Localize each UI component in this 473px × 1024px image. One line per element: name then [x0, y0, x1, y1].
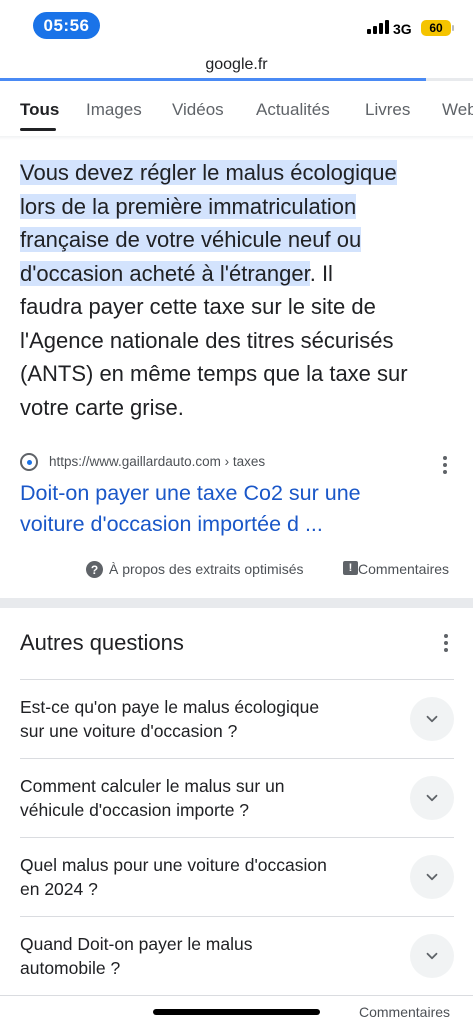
- tab-web[interactable]: Web: [442, 100, 473, 120]
- page-load-progress: [0, 78, 473, 81]
- battery-level: 60: [429, 21, 443, 35]
- snippet-text: (ANTS) en même temps que la taxe sur: [20, 361, 408, 386]
- feedback-icon[interactable]: !: [343, 561, 358, 575]
- paa-question[interactable]: Est-ce qu'on paye le malus écologique su…: [20, 679, 454, 758]
- snippet-highlight: d'occasion acheté à l'étranger: [20, 260, 310, 286]
- result-title-line[interactable]: voiture d'occasion importée d ...: [20, 509, 450, 540]
- paa-question-line[interactable]: véhicule d'occasion importe ?: [20, 798, 390, 822]
- paa-question[interactable]: Quand Doit-on payer le malus automobile …: [20, 916, 454, 995]
- paa-list: Est-ce qu'on paye le malus écologique su…: [20, 679, 454, 995]
- bottom-divider: [0, 995, 473, 996]
- help-icon[interactable]: ?: [86, 561, 103, 578]
- feedback-link[interactable]: Commentaires: [358, 561, 449, 577]
- snippet-footer: ? À propos des extraits optimisés ! Comm…: [0, 560, 473, 580]
- result-title-link[interactable]: Doit-on payer une taxe Co2 sur une voitu…: [20, 478, 450, 540]
- result-title-line[interactable]: Doit-on payer une taxe Co2 sur une: [20, 478, 450, 509]
- paa-question-text[interactable]: Est-ce qu'on paye le malus écologique su…: [20, 695, 390, 743]
- paa-question-text[interactable]: Quel malus pour une voiture d'occasion e…: [20, 853, 390, 901]
- snippet-text: faudra payer cette taxe sur le site de: [20, 294, 376, 319]
- paa-question-line[interactable]: Comment calculer le malus sur un: [20, 774, 390, 798]
- expand-chevron-icon[interactable]: [410, 855, 454, 899]
- tab-videos[interactable]: Vidéos: [172, 100, 224, 120]
- signal-icon: [367, 20, 389, 34]
- paa-question[interactable]: Comment calculer le malus sur un véhicul…: [20, 758, 454, 837]
- paa-question-line[interactable]: sur une voiture d'occasion ?: [20, 719, 390, 743]
- paa-question-line[interactable]: Quel malus pour une voiture d'occasion: [20, 853, 390, 877]
- paa-question-text[interactable]: Quand Doit-on payer le malus automobile …: [20, 932, 390, 980]
- status-bar: 05:56 3G 60: [0, 0, 473, 50]
- source-url[interactable]: https://www.gaillardauto.com › taxes: [49, 454, 265, 469]
- tab-images[interactable]: Images: [86, 100, 142, 120]
- snippet-text: l'Agence nationale des titres sécurisés: [20, 327, 394, 353]
- paa-question-line[interactable]: Quand Doit-on payer le malus: [20, 932, 390, 956]
- paa-question-line[interactable]: Est-ce qu'on paye le malus écologique: [20, 695, 390, 719]
- snippet-text: . Il: [309, 260, 333, 286]
- snippet-highlight: lors de la première immatriculation: [20, 193, 357, 219]
- paa-more-options-icon[interactable]: [444, 634, 448, 652]
- snippet-text: votre carte grise.: [20, 394, 184, 420]
- tab-news[interactable]: Actualités: [256, 100, 330, 120]
- bottom-feedback-link[interactable]: Commentaires: [359, 1004, 450, 1020]
- home-indicator[interactable]: [153, 1009, 320, 1015]
- about-snippets-link[interactable]: À propos des extraits optimisés: [109, 561, 304, 577]
- more-options-icon[interactable]: [443, 456, 447, 474]
- paa-title: Autres questions: [20, 630, 184, 655]
- expand-chevron-icon[interactable]: [410, 776, 454, 820]
- address-bar[interactable]: google.fr: [0, 56, 473, 74]
- progress-fill: [0, 78, 426, 81]
- tab-all[interactable]: Tous: [20, 100, 59, 120]
- paa-question[interactable]: Quel malus pour une voiture d'occasion e…: [20, 837, 454, 916]
- featured-snippet-text: Vous devez régler le malus écologique lo…: [20, 156, 455, 424]
- paa-question-text[interactable]: Comment calculer le malus sur un véhicul…: [20, 774, 390, 822]
- tabs-divider: [0, 136, 473, 140]
- section-divider: [0, 598, 473, 608]
- network-type: 3G: [393, 21, 412, 37]
- status-time[interactable]: 05:56: [33, 12, 100, 39]
- active-tab-indicator: [20, 128, 56, 131]
- battery-icon: 60: [421, 20, 454, 36]
- search-tabs: Tous Images Vidéos Actualités Livres Web: [0, 100, 473, 134]
- expand-chevron-icon[interactable]: [410, 934, 454, 978]
- snippet-highlight: française de votre véhicule neuf ou: [20, 227, 362, 252]
- paa-question-line[interactable]: en 2024 ?: [20, 877, 390, 901]
- result-source[interactable]: https://www.gaillardauto.com › taxes: [20, 452, 460, 474]
- paa-question-line[interactable]: automobile ?: [20, 956, 390, 980]
- tab-books[interactable]: Livres: [365, 100, 410, 120]
- expand-chevron-icon[interactable]: [410, 697, 454, 741]
- snippet-highlight: Vous devez régler le malus écologique: [20, 160, 397, 185]
- site-favicon-icon: [20, 453, 38, 471]
